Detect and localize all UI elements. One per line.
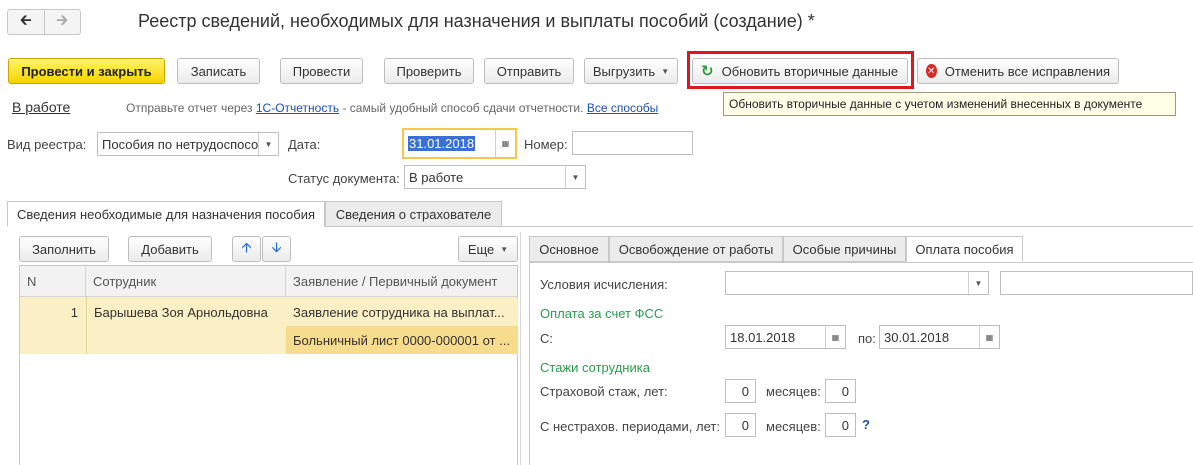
date-input[interactable]: 31.01.2018 ▦ xyxy=(402,128,517,159)
cancel-all-label: Отменить все исправления xyxy=(944,63,1110,79)
chevron-down-icon[interactable]: ▼ xyxy=(258,133,278,155)
tab-benefit-info[interactable]: Сведения необходимые для назначения посо… xyxy=(7,201,325,227)
registry-type-label: Вид реестра: xyxy=(7,137,87,152)
calendar-icon[interactable]: ▦ xyxy=(979,326,999,348)
tab-benefit-payment[interactable]: Оплата пособия xyxy=(906,236,1023,262)
document-status-value: В работе xyxy=(409,169,464,185)
column-document[interactable]: Заявление / Первичный документ xyxy=(286,266,519,297)
right-panel-border xyxy=(529,262,530,465)
row-document-sick-leave[interactable]: Больничный лист 0000-000001 от ... xyxy=(286,326,518,354)
highlight-frame xyxy=(687,51,914,89)
from-label: С: xyxy=(540,331,553,346)
row-number[interactable]: 1 xyxy=(20,305,78,320)
months-label: месяцев: xyxy=(766,384,821,399)
column-divider xyxy=(86,297,87,354)
insured-months-input[interactable]: 0 xyxy=(825,379,856,403)
calendar-icon[interactable]: ▦ xyxy=(825,326,845,348)
tab-special-reasons[interactable]: Особые причины xyxy=(783,236,906,262)
insured-experience-label: Страховой стаж, лет: xyxy=(540,384,668,399)
fss-section-title: Оплата за счет ФСС xyxy=(540,306,664,321)
post-button[interactable]: Провести xyxy=(280,58,363,84)
fill-button[interactable]: Заполнить xyxy=(19,236,109,262)
navigation-buttons: 🡰 🡲 xyxy=(7,9,81,35)
column-n[interactable]: N xyxy=(20,266,86,297)
registry-type-select[interactable]: Пособия по нетрудоспосо ▼ xyxy=(97,132,279,156)
row-document-application[interactable]: Заявление сотрудника на выплат... xyxy=(286,298,518,326)
more-button[interactable]: Еще ▼ xyxy=(458,236,518,262)
tab-main[interactable]: Основное xyxy=(529,236,609,262)
noninsured-experience-label: С нестрахов. периодами, лет: xyxy=(540,419,720,434)
conditions-select[interactable]: ▼ xyxy=(725,271,989,295)
cancel-all-corrections-button[interactable]: ✕ Отменить все исправления xyxy=(917,58,1119,84)
row-employee[interactable]: Барышева Зоя Арнольдовна xyxy=(94,305,284,320)
arrow-up-icon: 🡩 xyxy=(241,239,252,255)
cancel-icon: ✕ xyxy=(926,64,937,78)
panel-splitter[interactable] xyxy=(520,232,521,465)
reporting-hint: Отправьте отчет через 1С-Отчетность - са… xyxy=(126,101,658,115)
to-date-input[interactable]: 30.01.2018 ▦ xyxy=(879,325,1000,349)
tab-insurer-info[interactable]: Сведения о страхователе xyxy=(325,201,502,227)
send-button[interactable]: Отправить xyxy=(484,58,574,84)
employees-table: N Сотрудник Заявление / Первичный докуме… xyxy=(19,265,518,465)
chevron-down-icon[interactable]: ▼ xyxy=(565,166,585,188)
hint-prefix: Отправьте отчет через xyxy=(126,101,253,115)
noninsured-months-input[interactable]: 0 xyxy=(825,413,856,437)
save-button[interactable]: Записать xyxy=(177,58,260,84)
date-label: Дата: xyxy=(288,137,321,152)
move-down-button[interactable]: 🡫 xyxy=(262,236,291,262)
from-date-value: 18.01.2018 xyxy=(730,329,796,345)
chevron-down-icon[interactable]: ▼ xyxy=(968,272,988,294)
arrow-left-icon[interactable]: 🡰 xyxy=(8,10,44,34)
noninsured-years-input[interactable]: 0 xyxy=(725,413,756,437)
all-methods-link[interactable]: Все способы xyxy=(587,101,659,115)
from-date-input[interactable]: 18.01.2018 ▦ xyxy=(725,325,846,349)
calendar-icon[interactable]: ▦ xyxy=(495,130,515,157)
chevron-down-icon: ▼ xyxy=(661,66,670,76)
reporting-link[interactable]: 1С-Отчетность xyxy=(256,101,339,115)
arrow-right-icon[interactable]: 🡲 xyxy=(43,10,81,34)
table-header: N Сотрудник Заявление / Первичный докуме… xyxy=(20,266,517,297)
to-date-value: 30.01.2018 xyxy=(884,329,950,345)
chevron-down-icon: ▼ xyxy=(500,244,509,254)
conditions-label: Условия исчисления: xyxy=(540,277,668,292)
months-label: месяцев: xyxy=(766,419,821,434)
export-dropdown-button[interactable]: Выгрузить ▼ xyxy=(584,58,678,84)
right-tabs-divider xyxy=(529,262,1193,263)
arrow-down-icon: 🡫 xyxy=(271,239,282,255)
add-button[interactable]: Добавить xyxy=(128,236,212,262)
post-and-close-button[interactable]: Провести и закрыть xyxy=(8,58,165,84)
hint-suffix: - самый удобный способ сдачи отчетности. xyxy=(342,101,584,115)
registry-type-value: Пособия по нетрудоспосо xyxy=(102,136,258,152)
document-status-select[interactable]: В работе ▼ xyxy=(404,165,586,189)
move-up-button[interactable]: 🡩 xyxy=(232,236,261,262)
help-icon[interactable]: ? xyxy=(862,417,870,432)
page-title: Реестр сведений, необходимых для назначе… xyxy=(138,11,815,31)
document-status-link[interactable]: В работе xyxy=(12,99,70,115)
conditions-extra-field[interactable] xyxy=(1000,271,1193,295)
number-label: Номер: xyxy=(524,137,568,152)
tab-work-release[interactable]: Освобождение от работы xyxy=(609,236,783,262)
insured-years-input[interactable]: 0 xyxy=(725,379,756,403)
column-employee[interactable]: Сотрудник xyxy=(86,266,286,297)
check-button[interactable]: Проверить xyxy=(384,58,474,84)
more-label: Еще xyxy=(467,241,495,257)
to-label: по: xyxy=(858,331,876,346)
date-value: 31.01.2018 xyxy=(408,136,476,151)
experience-section-title: Стажи сотрудника xyxy=(540,360,650,375)
document-status-label: Статус документа: xyxy=(288,171,400,186)
tooltip: Обновить вторичные данные с учетом измен… xyxy=(723,92,1176,116)
export-label: Выгрузить xyxy=(592,63,656,79)
number-input[interactable] xyxy=(572,131,693,155)
